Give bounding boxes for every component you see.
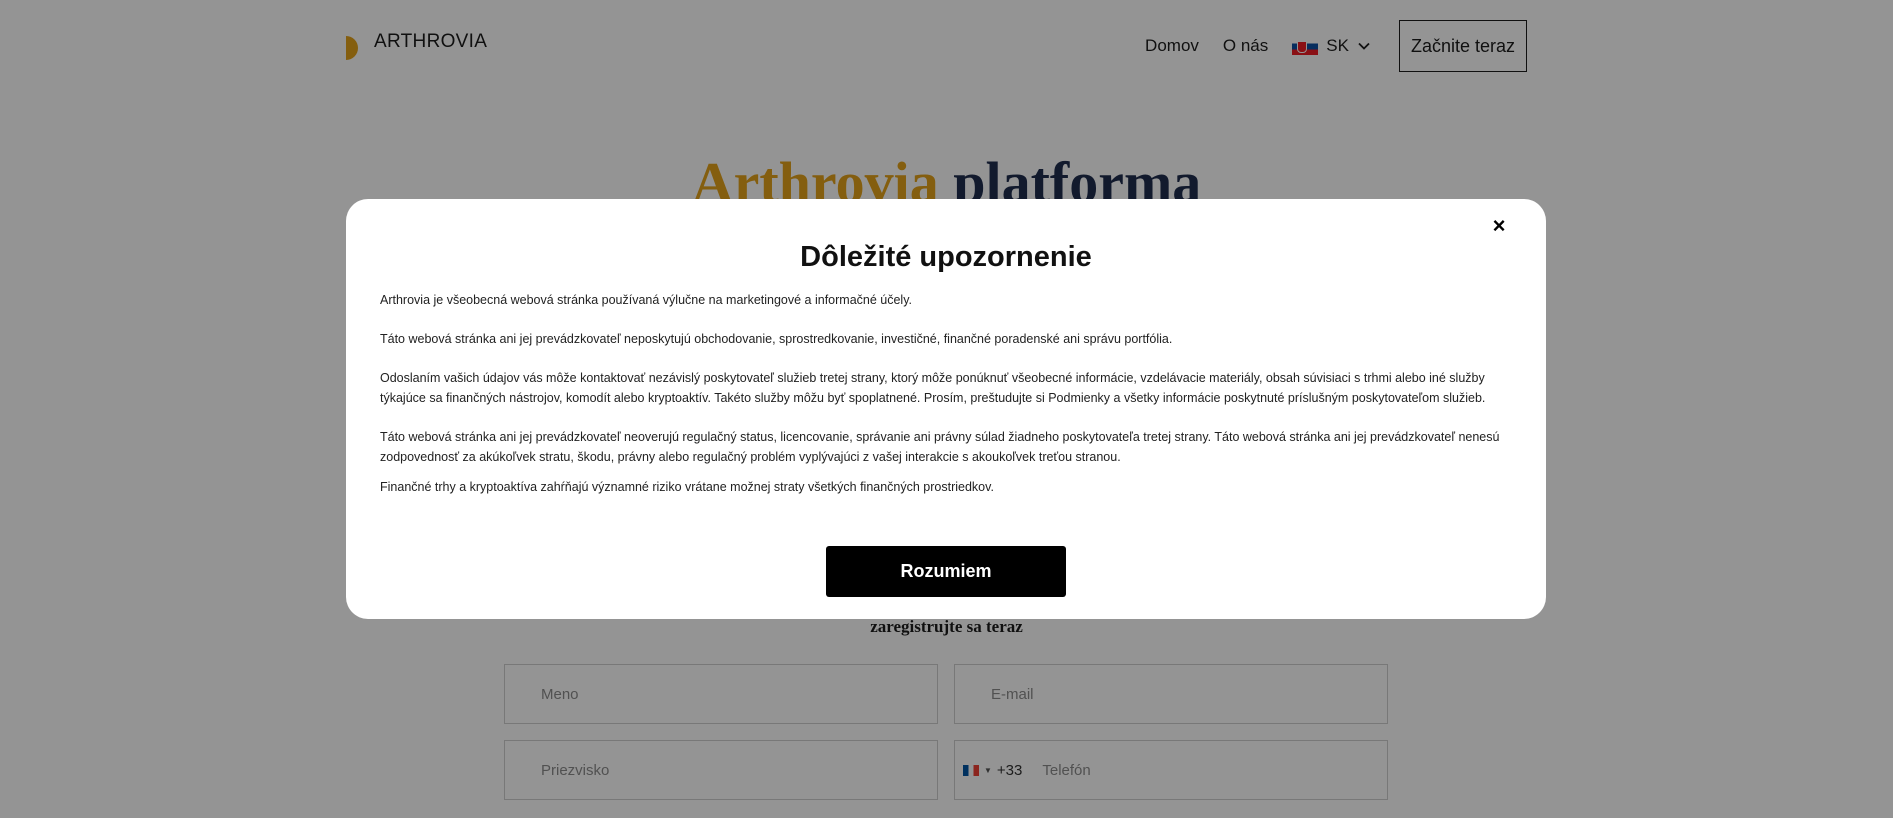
understand-button[interactable]: Rozumiem bbox=[826, 546, 1066, 597]
modal-paragraph: Odoslaním vašich údajov vás môže kontakt… bbox=[380, 371, 1486, 405]
close-icon[interactable]: × bbox=[1488, 215, 1510, 237]
modal-title: Dôležité upozornenie bbox=[800, 241, 1092, 273]
disclaimer-modal: × Dôležité upozornenie Arthrovia je všeo… bbox=[346, 199, 1546, 619]
modal-paragraph: Táto webová stránka ani jej prevádzkovat… bbox=[380, 332, 1173, 346]
modal-body: Arthrovia je všeobecná webová stránka po… bbox=[380, 290, 1512, 497]
modal-paragraph: Táto webová stránka ani jej prevádzkovat… bbox=[380, 430, 1500, 464]
modal-paragraph: Arthrovia je všeobecná webová stránka po… bbox=[380, 293, 913, 307]
modal-paragraph: Finančné trhy a kryptoaktíva zahŕňajú vý… bbox=[380, 480, 994, 494]
